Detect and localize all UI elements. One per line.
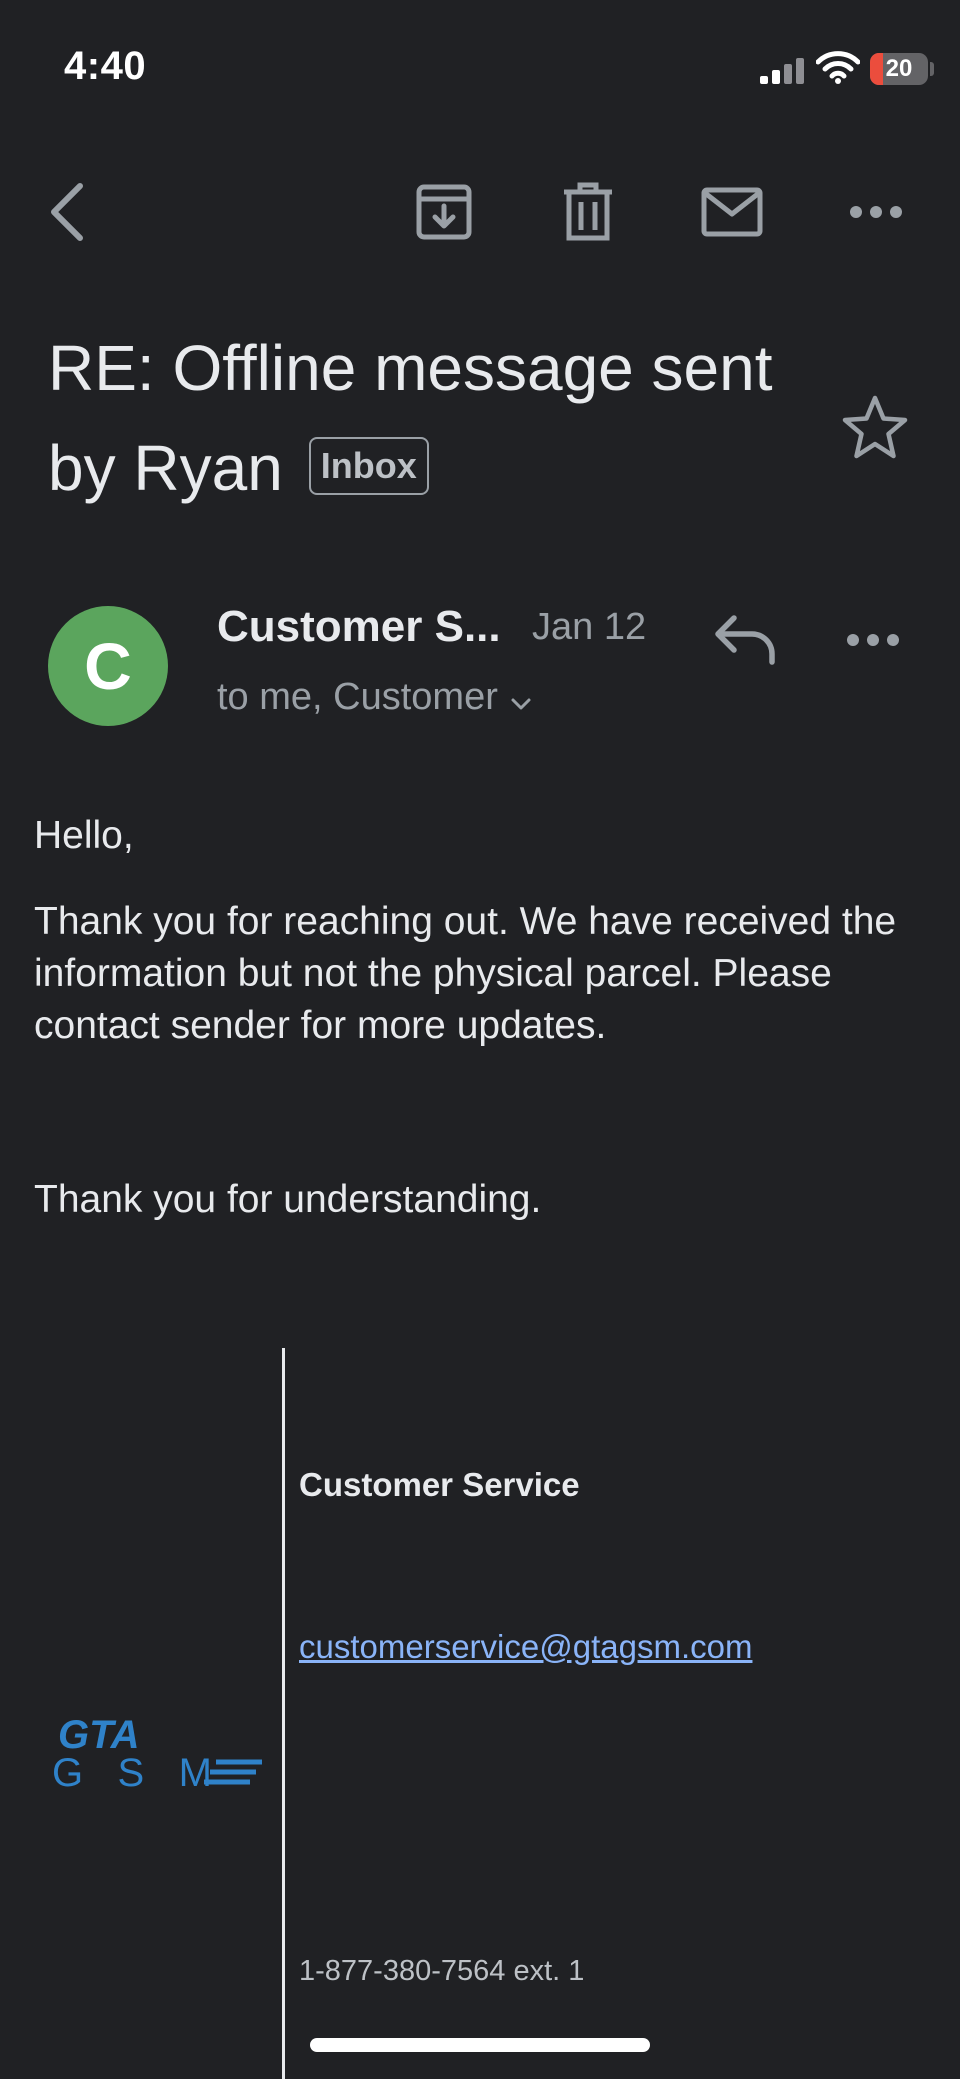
email-greeting: Hello, (34, 814, 134, 857)
signature-name: Customer Service (299, 1466, 580, 1503)
mail-icon[interactable] (700, 180, 764, 244)
sender-date: Jan 12 (532, 606, 647, 648)
signature-email-link[interactable]: customerservice@gtagsm.com (299, 1628, 752, 1666)
email-closing: Thank you for understanding. (34, 1178, 542, 1221)
reply-icon[interactable] (710, 610, 780, 670)
star-icon[interactable] (840, 392, 910, 462)
back-arrow-icon[interactable] (34, 180, 98, 244)
recipients-text: to me, Customer (217, 676, 498, 718)
cellular-signal-icon (760, 58, 806, 84)
battery-tip (930, 62, 934, 76)
home-indicator[interactable] (310, 2038, 650, 2052)
signature-divider (282, 1348, 285, 2079)
trash-icon[interactable] (556, 180, 620, 244)
message-more-options-icon[interactable] (846, 620, 906, 660)
battery-level: 20 (885, 55, 913, 82)
inbox-label-badge[interactable]: Inbox (308, 437, 429, 496)
more-options-icon[interactable] (844, 180, 908, 244)
email-paragraph: Thank you for reaching out. We have rece… (34, 900, 897, 1047)
gtagsm-logo: GTA GSM (52, 1710, 266, 1795)
chevron-down-icon (510, 678, 532, 721)
status-time: 4:40 (64, 44, 147, 88)
battery-icon: 20 (870, 53, 928, 85)
sender-name[interactable]: Customer S... (217, 602, 501, 652)
archive-icon[interactable] (412, 180, 476, 244)
recipients-toggle[interactable]: to me, Customer (217, 674, 532, 721)
logo-text-bottom: GSM (52, 1751, 212, 1792)
sender-avatar[interactable]: C (48, 606, 168, 726)
signature-phone[interactable]: 1-877-380-7564 ext. 1 (299, 1955, 584, 1988)
wifi-icon (815, 50, 861, 84)
email-subject: RE: Offline message sent by Ryan Inbox (48, 318, 808, 518)
